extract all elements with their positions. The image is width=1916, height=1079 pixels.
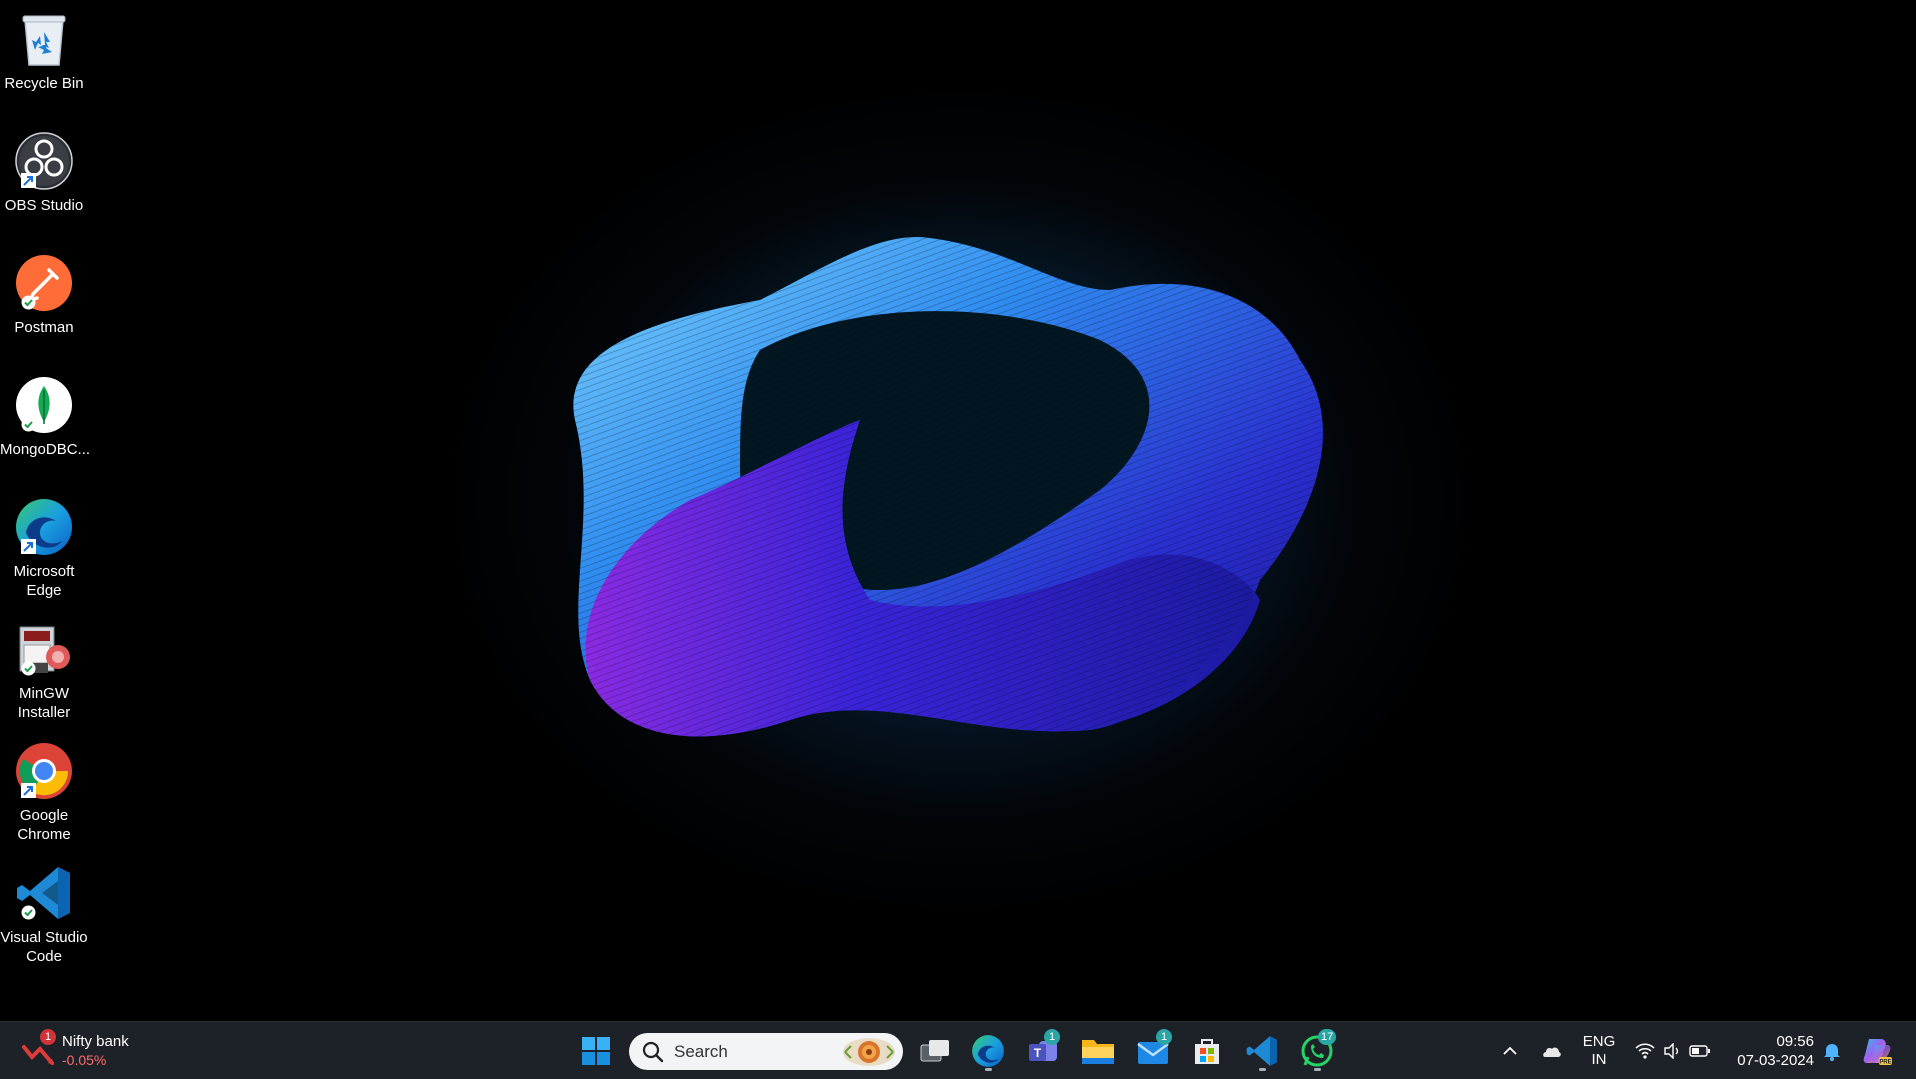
desktop-icon-visual-studio-code[interactable]: Visual Studio Code [0,856,88,974]
taskbar-file-explorer-button[interactable] [1077,1030,1119,1072]
wifi-icon [1635,1043,1655,1059]
clock[interactable]: 09:56 07-03-2024 [1726,1030,1814,1072]
copilot-button[interactable]: PRE [1857,1030,1897,1072]
shortcut-arrow-icon [21,539,36,554]
volume-icon [1664,1043,1679,1059]
desktop: Recycle Bin OBS Studio Postman MongoDBC.… [0,0,1916,1021]
taskbar-edge-button[interactable] [967,1030,1009,1072]
desktop-icon-google-chrome[interactable]: Google Chrome [0,734,88,852]
widget-title: Nifty bank [62,1033,129,1050]
chrome-icon [13,740,75,802]
edge-icon [13,496,75,558]
language-code: ENG [1582,1033,1616,1050]
quick-settings-button[interactable] [1630,1030,1716,1072]
desktop-icon-label: OBS Studio [4,197,84,214]
obs-studio-icon [13,130,75,192]
desktop-icon-postman[interactable]: Postman [0,246,88,364]
show-hidden-icons-button[interactable] [1497,1030,1523,1072]
folder-icon [1082,1040,1114,1064]
language-indicator[interactable]: ENG IN [1578,1030,1620,1072]
start-button[interactable] [575,1030,617,1072]
notifications-button[interactable] [1819,1030,1845,1072]
svg-text:PRE: PRE [1879,1060,1891,1066]
bell-icon [1824,1044,1840,1061]
taskbar-mail-button[interactable]: 1 [1132,1029,1174,1072]
battery-icon [1689,1045,1710,1057]
taskbar-teams-button[interactable]: T 1 [1022,1029,1064,1072]
widget-change: -0.05% [62,1052,107,1068]
desktop-icon-label: Microsoft Edge [13,563,75,599]
desktop-icon-label: Google Chrome [17,807,71,843]
running-indicator [984,1068,992,1071]
cloud-icon [1543,1047,1561,1057]
teams-badge: 1 [1044,1029,1060,1045]
sync-check-icon [21,295,36,310]
desktop-icon-label: Visual Studio Code [0,929,88,965]
search-box[interactable]: Search [629,1033,903,1070]
stock-chart-icon: 1 [18,1029,58,1071]
desktop-icon-label: MongoDBC... [0,441,91,458]
windows-logo-icon [582,1037,610,1065]
shortcut-arrow-icon [21,173,36,188]
clock-time: 09:56 [1776,1033,1814,1050]
shortcut-arrow-icon [21,783,36,798]
postman-icon [13,252,75,314]
vscode-icon [1246,1036,1277,1066]
vscode-icon [13,862,75,924]
desktop-icon-mingw-installer[interactable]: MinGW Installer [0,612,88,730]
mingw-installer-icon [13,618,75,680]
desktop-icon-microsoft-edge[interactable]: Microsoft Edge [0,490,88,608]
clock-date: 07-03-2024 [1737,1052,1814,1069]
desktop-icon-obs-studio[interactable]: OBS Studio [0,124,88,242]
mongodb-compass-icon [13,374,75,436]
region-code: IN [1591,1051,1607,1068]
search-placeholder: Search [674,1041,728,1061]
store-icon [1195,1039,1219,1064]
sync-check-icon [21,661,36,676]
desktop-icon-mongodb-compass[interactable]: MongoDBC... [0,368,91,486]
desktop-icon-label: Postman [14,319,74,336]
taskbar-whatsapp-button[interactable]: 17 [1296,1029,1338,1072]
running-indicator [1258,1068,1266,1071]
running-indicator [1313,1068,1321,1071]
wallpaper-ribbon [540,150,1380,790]
copilot-icon: PRE [1863,1039,1892,1066]
taskbar-vscode-button[interactable] [1241,1030,1283,1072]
task-view-icon [920,1040,949,1062]
edge-icon [972,1035,1004,1067]
whatsapp-badge: 17 [1318,1029,1337,1045]
recycle-bin-icon [13,8,75,70]
sync-check-icon [21,905,36,920]
onedrive-button[interactable] [1535,1030,1567,1072]
desktop-icon-label: Recycle Bin [4,75,84,92]
svg-text:T: T [1034,1046,1042,1060]
widgets-button[interactable]: 1 Nifty bank -0.05% [18,1029,168,1073]
search-highlight-icon [843,1038,895,1066]
desktop-icon-label: MinGW Installer [17,685,71,721]
mail-badge: 1 [1156,1029,1172,1045]
desktop-icon-recycle-bin[interactable]: Recycle Bin [0,2,88,120]
taskbar: 1 Nifty bank -0.05% Search T 1 1 17 ENG … [0,1021,1916,1079]
task-view-button[interactable] [914,1030,956,1072]
chevron-up-icon [1503,1046,1517,1055]
taskbar-store-button[interactable] [1186,1030,1228,1072]
widget-badge: 1 [40,1029,56,1045]
search-icon [642,1041,664,1062]
sync-check-icon [21,417,36,432]
